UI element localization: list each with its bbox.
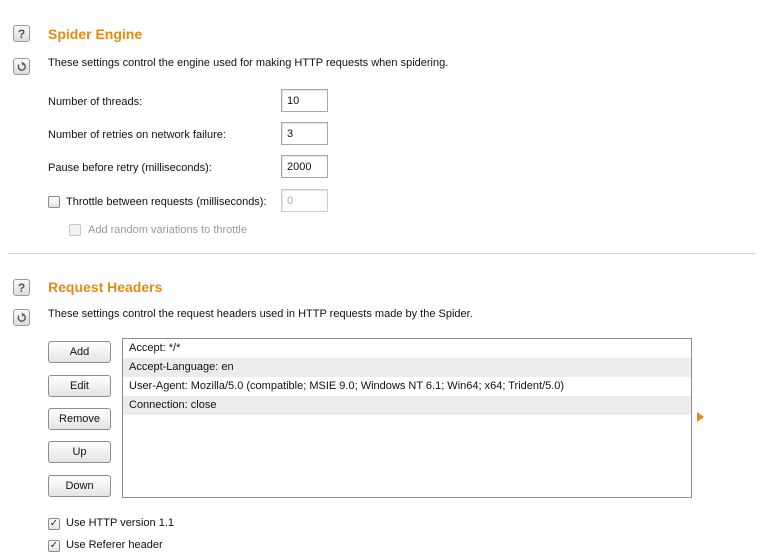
help-icon: ? [17, 280, 26, 295]
headers-list[interactable]: Accept: */* Accept-Language: en User-Age… [122, 338, 692, 498]
restore-defaults-icon [17, 61, 26, 71]
checkmark-icon: ✓ [49, 540, 59, 551]
request-headers-restore-button[interactable] [13, 309, 30, 326]
pause-input[interactable]: 2000 [281, 155, 328, 178]
random-variations-checkbox[interactable] [69, 224, 81, 236]
threads-input[interactable]: 10 [281, 89, 328, 112]
remove-button[interactable]: Remove [48, 408, 111, 430]
request-headers-title: Request Headers [48, 279, 163, 295]
threads-label: Number of threads: [48, 96, 143, 108]
checkmark-icon: ✓ [49, 518, 59, 529]
throttle-label: Throttle between requests (milliseconds)… [66, 196, 267, 208]
http11-checkbox[interactable]: ✓ [48, 518, 60, 530]
referer-label: Use Referer header [66, 539, 163, 551]
list-item[interactable]: Connection: close [123, 396, 691, 415]
random-variations-label: Add random variations to throttle [88, 224, 247, 236]
spider-engine-restore-button[interactable] [13, 58, 30, 75]
retries-input[interactable]: 3 [281, 122, 328, 145]
throttle-input[interactable]: 0 [281, 189, 328, 212]
spider-engine-help-button[interactable]: ? [13, 25, 30, 42]
spider-engine-description: These settings control the engine used f… [48, 57, 449, 69]
down-button[interactable]: Down [48, 475, 111, 497]
edit-button[interactable]: Edit [48, 375, 111, 397]
section-divider [8, 253, 755, 254]
help-icon: ? [17, 26, 26, 41]
request-headers-description: These settings control the request heade… [48, 308, 473, 320]
http11-label: Use HTTP version 1.1 [66, 517, 175, 529]
list-item[interactable]: Accept-Language: en [123, 358, 691, 377]
list-item[interactable]: User-Agent: Mozilla/5.0 (compatible; MSI… [123, 377, 691, 396]
list-item[interactable]: Accept: */* [123, 339, 691, 358]
referer-checkbox[interactable]: ✓ [48, 540, 60, 552]
request-headers-help-button[interactable]: ? [13, 279, 30, 296]
throttle-checkbox[interactable] [48, 196, 60, 208]
retries-label: Number of retries on network failure: [48, 129, 226, 141]
add-button[interactable]: Add [48, 341, 111, 363]
pause-label: Pause before retry (milliseconds): [48, 162, 212, 174]
expand-arrow-icon[interactable] [697, 412, 704, 422]
spider-engine-title: Spider Engine [48, 26, 143, 42]
up-button[interactable]: Up [48, 441, 111, 463]
restore-defaults-icon [17, 312, 26, 322]
